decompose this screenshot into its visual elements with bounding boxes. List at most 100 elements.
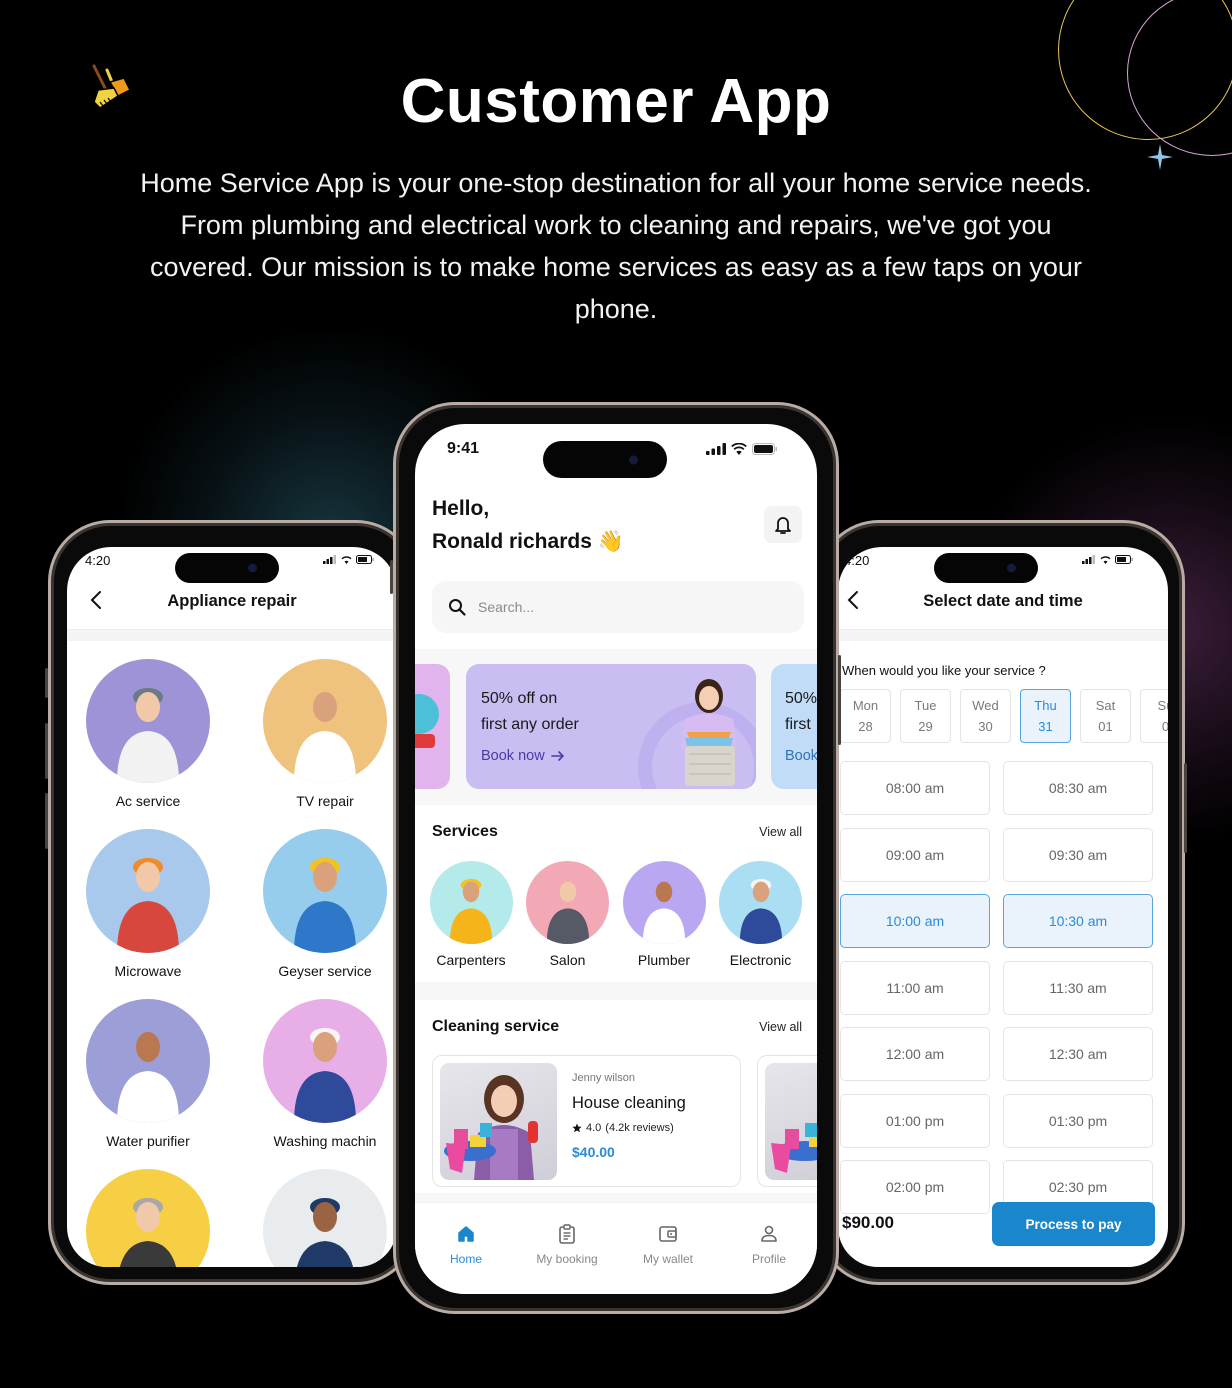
- time-slot[interactable]: 08:30 am: [1003, 761, 1153, 815]
- cleaning-header: Cleaning service View all: [432, 1018, 802, 1036]
- chevron-left-icon[interactable]: [844, 589, 864, 611]
- service-label: Carpenters: [436, 952, 506, 968]
- service-item[interactable]: Electronic: [713, 861, 809, 968]
- promo-card-previous[interactable]: [415, 664, 450, 789]
- time-slot[interactable]: 10:00 am: [840, 894, 990, 948]
- search-icon: [449, 599, 466, 616]
- day-option[interactable]: Tue 29: [900, 689, 951, 743]
- provider-name: Jenny wilson: [572, 1072, 635, 1084]
- promo-card[interactable]: 50% off on first any order Book now: [466, 664, 756, 789]
- time-slot[interactable]: 11:30 am: [1003, 960, 1153, 1015]
- cleaning-service-card-next[interactable]: [757, 1055, 817, 1187]
- service-label: Electronic: [729, 952, 792, 968]
- battery-icon: [356, 555, 374, 564]
- tab-my-wallet[interactable]: My wallet: [623, 1222, 713, 1266]
- worker-photo: [117, 858, 179, 953]
- service-avatar: [86, 999, 210, 1123]
- cleaning-service-card[interactable]: Jenny wilson House cleaning 4.0 (4.2k re…: [432, 1055, 741, 1187]
- day-date: 28: [858, 719, 873, 734]
- time-slot[interactable]: 12:30 am: [1003, 1027, 1153, 1081]
- time-slot[interactable]: 02:00 pm: [840, 1160, 990, 1214]
- service-label: TV repair: [296, 793, 354, 809]
- time-slot[interactable]: 09:00 am: [840, 827, 990, 882]
- arrow-right-icon: [550, 751, 564, 761]
- service-label: Geyser service: [278, 963, 372, 979]
- worker-photo: [294, 1028, 356, 1123]
- signal-icon: [1082, 555, 1095, 564]
- phone-side-button: [45, 668, 48, 698]
- day-date: 29: [918, 719, 933, 734]
- service-item[interactable]: Plumber: [616, 861, 712, 968]
- tab-label: My booking: [536, 1252, 598, 1266]
- service-avatar: [86, 1169, 210, 1267]
- status-icons: [323, 555, 374, 564]
- time-slot[interactable]: 01:00 pm: [840, 1093, 990, 1148]
- status-icons: [706, 443, 778, 455]
- notification-button[interactable]: [764, 506, 802, 543]
- cleaning-view-all-link[interactable]: View all: [759, 1020, 802, 1034]
- wifi-icon: [341, 556, 352, 564]
- greeting-hello: Hello,: [432, 497, 490, 520]
- time-slot[interactable]: 08:00 am: [840, 761, 990, 815]
- day-option[interactable]: Mon 28: [840, 689, 891, 743]
- chevron-left-icon[interactable]: [87, 589, 107, 611]
- time-slot[interactable]: 12:00 am: [840, 1027, 990, 1081]
- wallet-icon: [659, 1226, 677, 1242]
- appliance-service-item[interactable]: TV repair: [255, 659, 395, 809]
- clipboard-icon: [559, 1224, 575, 1244]
- cleaning-service-image: [765, 1063, 817, 1180]
- day-name: Thu: [1034, 698, 1057, 713]
- day-date: 01: [1098, 719, 1113, 734]
- book-now-link[interactable]: Book: [785, 748, 817, 764]
- phone-appliance-repair: 4:20 Appliance repair Ac service TV repai…: [45, 520, 418, 1285]
- cleaning-card-details: Jenny wilson House cleaning 4.0 (4.2k re…: [572, 1072, 686, 1160]
- signal-icon: [323, 555, 336, 564]
- search-input[interactable]: [478, 599, 758, 615]
- time-slot[interactable]: 10:30 am: [1003, 894, 1153, 948]
- cleaning-title: Cleaning service: [432, 1018, 560, 1035]
- worker-photo: [117, 688, 179, 783]
- time-slot[interactable]: 01:30 pm: [1003, 1093, 1153, 1148]
- tab-home[interactable]: Home: [421, 1222, 511, 1266]
- promo-title: 50% off on first any order: [481, 686, 579, 738]
- appliance-service-item[interactable]: Ac service: [78, 659, 218, 809]
- time-slot[interactable]: 09:30 am: [1003, 827, 1153, 882]
- service-label: Salon: [549, 952, 586, 968]
- appliance-service-item[interactable]: Water purifier: [78, 999, 218, 1149]
- service-item[interactable]: Carpenters: [423, 861, 519, 968]
- battery-icon: [752, 443, 777, 455]
- day-option[interactable]: Wed 30: [960, 689, 1011, 743]
- signal-icon: [706, 443, 726, 455]
- time-slot[interactable]: 11:00 am: [840, 960, 990, 1015]
- appliance-service-item[interactable]: Washing machin: [255, 999, 395, 1149]
- appliance-service-item[interactable]: [78, 1169, 218, 1267]
- worker-photo: [294, 692, 356, 783]
- rating-value: 4.0: [586, 1122, 602, 1134]
- phone-side-button: [1184, 763, 1187, 853]
- appliance-service-item[interactable]: [255, 1169, 395, 1267]
- battery-icon: [1115, 555, 1133, 564]
- service-label: Water purifier: [106, 1133, 190, 1149]
- services-view-all-link[interactable]: View all: [759, 825, 802, 839]
- day-option[interactable]: Thu 31: [1020, 689, 1071, 743]
- tab-profile[interactable]: Profile: [724, 1222, 814, 1266]
- worker-photo: [739, 878, 782, 944]
- book-now-link[interactable]: Book now: [481, 748, 565, 764]
- promo-title: 50% first: [785, 686, 817, 738]
- page-description: Home Service App is your one-stop destin…: [140, 168, 1092, 324]
- process-to-pay-button[interactable]: Process to pay: [992, 1202, 1155, 1246]
- cleaning-service-image: [440, 1063, 557, 1180]
- promo-card-next[interactable]: 50% first Book: [771, 664, 817, 789]
- day-option[interactable]: Sat 01: [1080, 689, 1131, 743]
- day-option[interactable]: Su 0: [1140, 689, 1168, 743]
- worker-photo: [642, 881, 686, 944]
- status-time: 4:20: [85, 553, 111, 568]
- tab-my-booking[interactable]: My booking: [522, 1222, 612, 1266]
- worker-photo: [117, 1032, 179, 1123]
- search-bar[interactable]: [432, 581, 804, 633]
- appliance-service-item[interactable]: Microwave: [78, 829, 218, 979]
- service-item[interactable]: Salon: [520, 861, 616, 968]
- phone-select-date-time: 4:20 Select date and time When would you…: [817, 520, 1187, 1285]
- appliance-service-item[interactable]: Geyser service: [255, 829, 395, 979]
- service-avatar: [429, 861, 513, 944]
